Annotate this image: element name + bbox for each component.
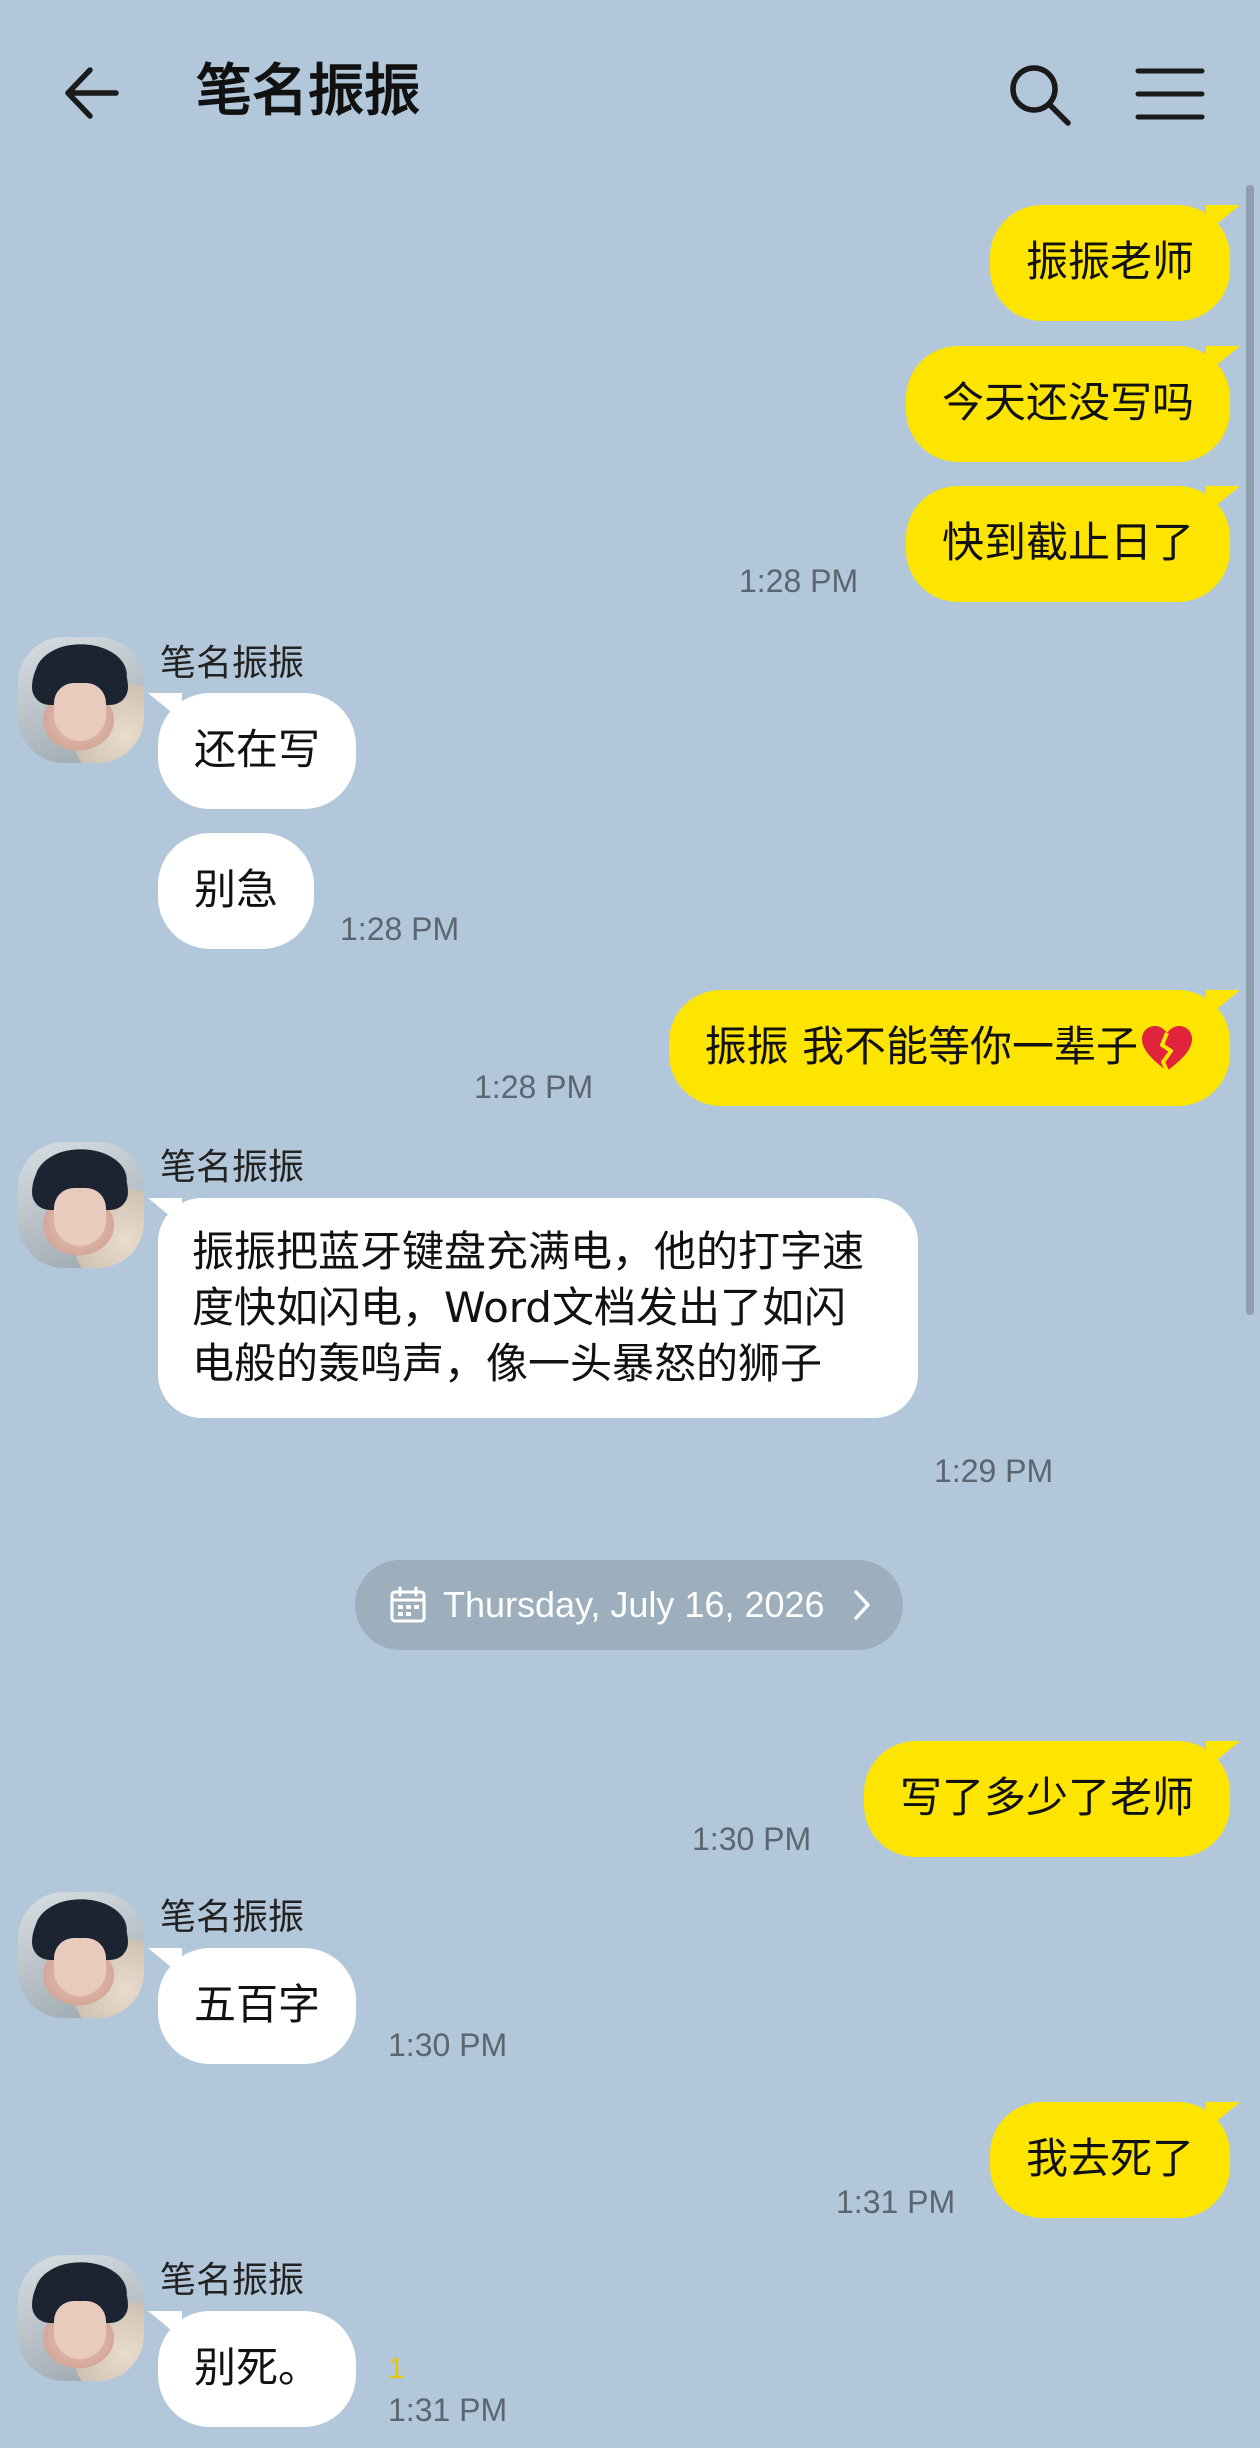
search-icon — [1010, 65, 1071, 126]
their-message-bubble[interactable]: 振振把蓝牙键盘充满电，他的打字速度快如闪电，Word文档发出了如闪电般的轰鸣声，… — [148, 1198, 918, 1418]
sender-name: 笔名振振 — [160, 1147, 305, 1188]
avatar[interactable] — [18, 637, 144, 763]
chat-title: 笔名振振 — [196, 59, 420, 124]
sender-name: 笔名振振 — [160, 2260, 305, 2301]
sender-name: 笔名振振 — [160, 643, 305, 684]
date-separator-label: Thursday, July 16, 2026 — [443, 1584, 825, 1625]
calendar-icon — [390, 1586, 426, 1623]
message-timestamp: 1:31 PM — [388, 2392, 508, 2428]
my-message-bubble[interactable]: 今天还没写吗 — [905, 346, 1241, 462]
my-message-bubble[interactable]: 快到截止日了 — [905, 486, 1241, 602]
menu-button[interactable] — [1135, 66, 1205, 122]
my-message-bubble[interactable]: 我去死了 — [989, 2102, 1241, 2218]
avatar[interactable] — [18, 1892, 144, 2018]
message-timestamp: 1:28 PM — [340, 911, 460, 947]
my-message-bubble[interactable]: 振振 我不能等你一辈子 — [668, 990, 1241, 1106]
message-timestamp: 1:30 PM — [692, 1821, 812, 1857]
avatar[interactable] — [18, 2255, 144, 2381]
message-text: 振振 我不能等你一辈子 — [704, 1022, 1138, 1071]
date-separator-button[interactable]: Thursday, July 16, 2026 — [355, 1560, 903, 1650]
message-timestamp: 1:28 PM — [739, 563, 859, 599]
their-message-bubble[interactable]: 别死。 — [147, 2311, 357, 2427]
message-timestamp: 1:28 PM — [474, 1069, 594, 1105]
their-message-bubble[interactable]: 还在写 — [147, 693, 357, 809]
their-message-bubble[interactable]: 别急 — [158, 833, 315, 949]
chevron-right-icon — [854, 1590, 870, 1620]
my-message-bubble[interactable]: 振振老师 — [989, 205, 1241, 321]
their-message-bubble[interactable]: 五百字 — [147, 1948, 357, 2064]
chat-header: 笔名振振 — [0, 0, 1260, 190]
my-message-bubble[interactable]: 写了多少了老师 — [863, 1741, 1241, 1857]
sender-name: 笔名振振 — [160, 1897, 305, 1938]
message-timestamp: 1:31 PM — [836, 2184, 956, 2220]
back-button[interactable] — [58, 62, 128, 124]
message-timestamp: 1:30 PM — [388, 2027, 508, 2063]
avatar[interactable] — [18, 1142, 144, 1268]
hamburger-menu-icon — [1135, 68, 1205, 120]
arrow-left-icon — [65, 67, 119, 119]
unread-count: 1 — [388, 2352, 405, 2385]
search-button[interactable] — [1005, 60, 1075, 130]
scrollbar[interactable] — [1246, 185, 1254, 1315]
broken-heart-emoji — [1142, 1025, 1192, 1072]
message-timestamp: 1:29 PM — [934, 1453, 1054, 1489]
